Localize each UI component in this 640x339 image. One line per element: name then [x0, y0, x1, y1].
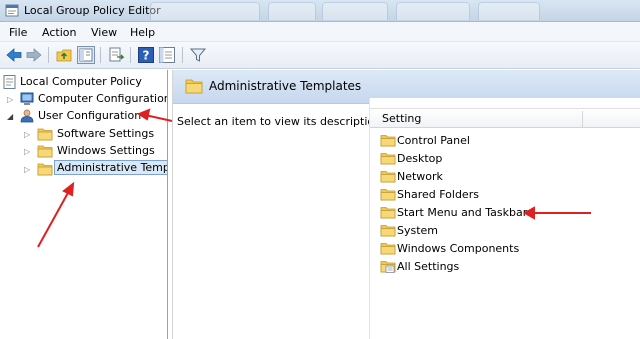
expand-arrow-icon[interactable]: ▷ — [24, 130, 32, 139]
menu-file[interactable]: File — [9, 26, 27, 39]
tree-item-label: User Configuration — [38, 109, 142, 122]
collapse-arrow-icon[interactable]: ◢ — [7, 112, 15, 121]
show-hide-tree-icon[interactable] — [77, 46, 95, 64]
computer-icon — [20, 92, 34, 105]
console-tree: Local Computer Policy ▷ Computer Configu… — [0, 70, 168, 339]
details-pane: Administrative Templates Select an item … — [172, 70, 640, 339]
toolbar: ? — [0, 42, 640, 69]
expand-arrow-icon[interactable]: ▷ — [24, 147, 32, 156]
settings-list: Setting Control Panel Desktop Network Sh… — [369, 98, 640, 339]
folder-icon — [380, 243, 396, 255]
background-tab — [268, 2, 316, 20]
list-item-label: Control Panel — [397, 134, 470, 147]
back-icon[interactable] — [5, 46, 23, 64]
toolbar-separator — [100, 47, 101, 63]
folder-icon — [37, 145, 53, 158]
expand-arrow-icon[interactable]: ▷ — [24, 165, 32, 174]
column-divider[interactable] — [582, 111, 583, 127]
background-tab — [150, 2, 260, 20]
up-folder-icon[interactable] — [55, 46, 73, 64]
menu-view[interactable]: View — [91, 26, 117, 39]
folder-icon — [37, 128, 53, 141]
list-item-label: Network — [397, 170, 443, 183]
settings-folder-icon — [380, 261, 396, 273]
folder-icon — [380, 135, 396, 147]
policy-editor-icon — [5, 4, 19, 17]
toolbar-separator — [182, 47, 183, 63]
column-header-setting[interactable]: Setting — [370, 108, 640, 128]
list-item-label: Start Menu and Taskbar — [397, 206, 528, 219]
folder-icon — [380, 189, 396, 201]
background-tab — [322, 2, 388, 20]
list-item-label: Shared Folders — [397, 188, 479, 201]
filter-icon[interactable] — [189, 46, 207, 64]
properties-icon[interactable] — [158, 46, 176, 64]
tree-item-label: Windows Settings — [57, 144, 155, 157]
tree-item-label: Administrative Templ — [54, 160, 167, 175]
svg-text:?: ? — [143, 49, 150, 63]
tree-item-label: Computer Configuration — [38, 92, 168, 105]
folder-icon — [37, 163, 53, 176]
list-item-label: Desktop — [397, 152, 443, 165]
tree-root-label: Local Computer Policy — [20, 75, 142, 88]
details-header-title: Administrative Templates — [209, 79, 362, 93]
list-item-label: Windows Components — [397, 242, 520, 255]
policy-document-icon — [3, 75, 16, 89]
list-item-label: All Settings — [397, 260, 460, 273]
folder-icon — [380, 153, 396, 165]
title-bar: Local Group Policy Editor — [0, 0, 640, 22]
forward-icon[interactable] — [25, 46, 43, 64]
help-icon[interactable]: ? — [137, 46, 155, 64]
menu-action[interactable]: Action — [42, 26, 76, 39]
folder-icon — [380, 225, 396, 237]
folder-icon — [185, 79, 203, 94]
list-item-label: System — [397, 224, 439, 237]
folder-icon — [380, 207, 396, 219]
description-text: Select an item to view its description. — [177, 115, 385, 128]
menu-bar: File Action View Help — [0, 22, 640, 42]
background-tab — [478, 2, 540, 20]
background-tab — [396, 2, 470, 20]
export-list-icon[interactable] — [107, 46, 125, 64]
window-title: Local Group Policy Editor — [24, 4, 161, 17]
column-header-label: Setting — [382, 112, 422, 125]
menu-help[interactable]: Help — [130, 26, 155, 39]
toolbar-separator — [130, 47, 131, 63]
user-icon — [20, 109, 34, 123]
tree-item-label: Software Settings — [57, 127, 155, 140]
toolbar-separator — [48, 47, 49, 63]
folder-icon — [380, 171, 396, 183]
expand-arrow-icon[interactable]: ▷ — [7, 95, 15, 104]
